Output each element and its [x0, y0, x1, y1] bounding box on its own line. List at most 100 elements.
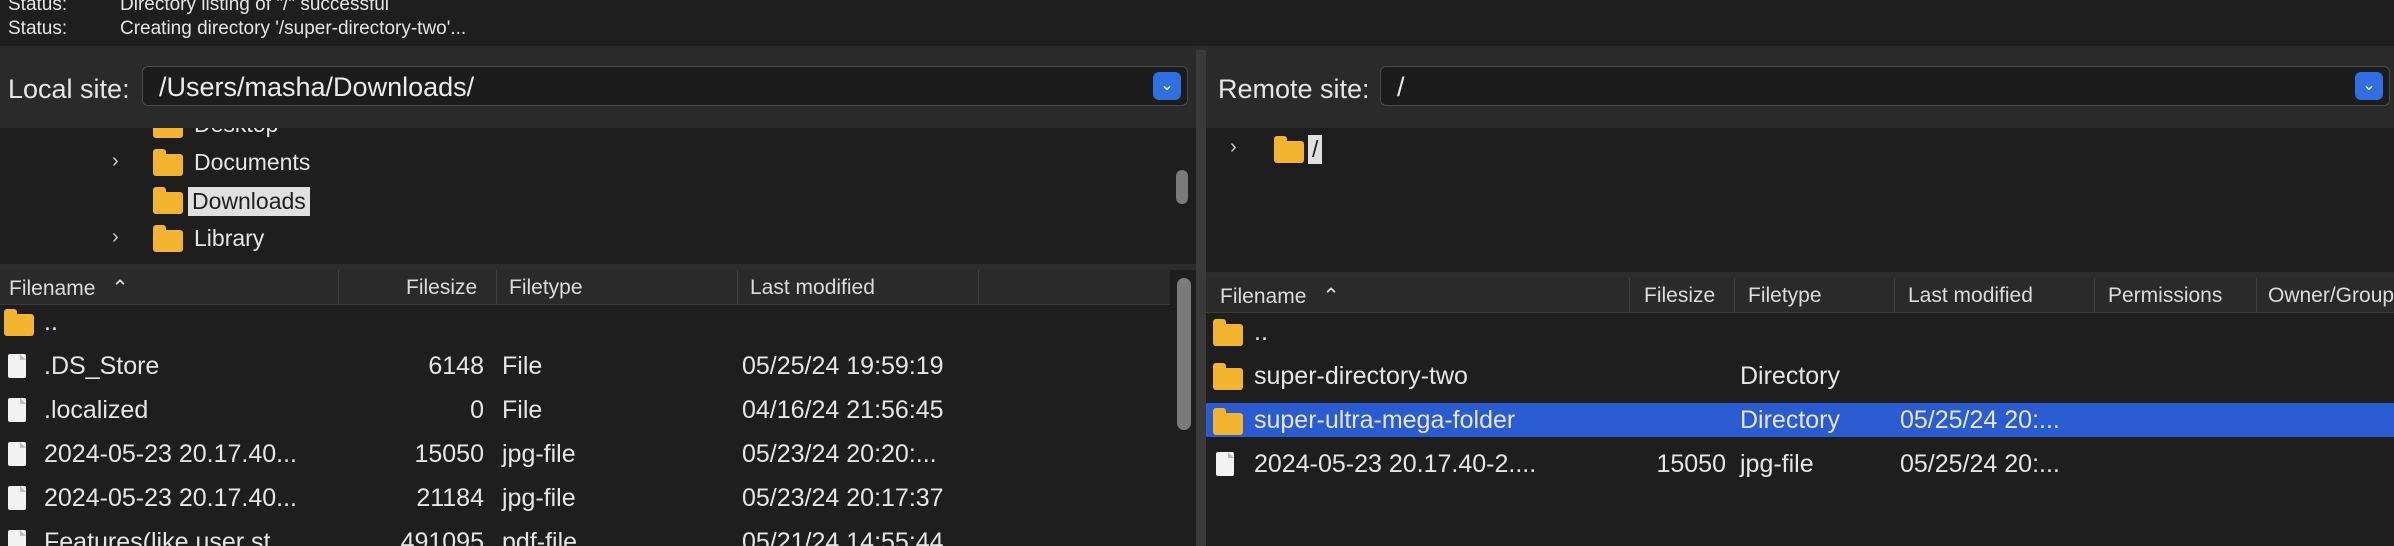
column-separator[interactable] [2094, 278, 2095, 312]
file-size: 491095 [400, 528, 484, 546]
column-separator[interactable] [1629, 278, 1630, 312]
file-type: Directory [1740, 406, 1841, 434]
column-header-permissions[interactable]: Permissions [2108, 284, 2222, 308]
file-modified: 05/23/24 20:20:... [742, 440, 937, 468]
remote-path-combobox[interactable]: / ⌄ [1380, 66, 2390, 106]
file-row[interactable]: super-directory-two Directory [1206, 361, 2394, 390]
open-folder-icon [1274, 136, 1304, 163]
file-row[interactable]: .DS_Store 6148 File 05/25/24 19:59:19 [0, 351, 1170, 380]
file-type: Directory [1740, 362, 1841, 390]
chevron-right-icon[interactable]: › [1230, 136, 1237, 159]
file-size: 15050 [1656, 450, 1726, 478]
column-separator[interactable] [1734, 278, 1735, 312]
column-header-last-modified[interactable]: Last modified [1908, 284, 2033, 308]
tree-item-label: Desktop [194, 128, 278, 138]
file-row[interactable]: 2024-05-23 20.17.40... 21184 jpg-file 05… [0, 483, 1170, 512]
pane-splitter[interactable] [1196, 50, 1206, 546]
tree-item-selected[interactable]: › / [1206, 128, 2386, 164]
file-name: .localized [44, 396, 149, 424]
remote-directory-tree[interactable]: › / [1206, 128, 2394, 272]
local-site-label: Local site: [8, 74, 130, 104]
log-line: Status: Directory listing of "/" successf… [8, 0, 389, 16]
file-icon [8, 442, 26, 466]
file-name: 2024-05-23 20.17.40... [44, 484, 297, 512]
remote-site-bar: Remote site: / ⌄ [1206, 46, 2394, 128]
file-icon [8, 486, 26, 510]
remote-file-list[interactable]: .. super-directory-two Directory super-u… [1206, 313, 2394, 546]
log-label: Status: [8, 0, 68, 15]
file-row[interactable]: Features(like user st... 491095 pdf-file… [0, 527, 1170, 546]
sort-ascending-icon: ⌃ [1322, 285, 1340, 308]
file-row[interactable]: .. [1206, 317, 2394, 346]
folder-icon [4, 309, 34, 336]
scrollbar-thumb[interactable] [1177, 278, 1191, 430]
file-modified: 05/25/24 20:... [1900, 450, 2060, 478]
column-header-owner-group[interactable]: Owner/Group [2268, 284, 2394, 308]
file-type: jpg-file [1740, 450, 1814, 478]
local-path-combobox[interactable]: /Users/masha/Downloads/ ⌄ [142, 66, 1188, 106]
column-header-filesize[interactable]: Filesize [1644, 284, 1715, 308]
tree-scrollbar-thumb[interactable] [1176, 170, 1188, 204]
local-directory-tree[interactable]: › Desktop › Documents Downloads › Librar… [0, 128, 1196, 264]
file-row-selected[interactable]: super-ultra-mega-folder Directory 05/25/… [1206, 403, 2394, 437]
remote-file-list-header: Filename ⌃ Filesize Filetype Last modifi… [1206, 278, 2394, 313]
chevron-right-icon[interactable]: › [112, 150, 119, 173]
chevron-right-icon[interactable]: › [112, 128, 119, 135]
column-separator[interactable] [496, 270, 497, 304]
tree-item[interactable]: › Desktop [0, 128, 1160, 144]
column-header-filetype[interactable]: Filetype [509, 276, 583, 300]
file-modified: 04/16/24 21:56:45 [742, 396, 944, 424]
column-separator[interactable] [737, 270, 738, 304]
file-name: super-directory-two [1254, 362, 1468, 390]
chevron-right-icon[interactable]: › [112, 226, 119, 249]
chevron-down-icon[interactable]: ⌄ [2355, 72, 2383, 100]
local-file-list[interactable]: .. .DS_Store 6148 File 05/25/24 19:59:19… [0, 305, 1170, 546]
file-row[interactable]: .. [0, 307, 1170, 336]
column-header-filesize[interactable]: Filesize [406, 276, 477, 300]
message-log: Status: Directory listing of "/" successf… [0, 0, 2394, 46]
folder-icon [153, 128, 183, 138]
file-icon [8, 398, 26, 422]
local-site-bar: Local site: /Users/masha/Downloads/ ⌄ [0, 46, 1198, 128]
column-header-filename[interactable]: Filename ⌃ [1220, 284, 1340, 309]
tree-item[interactable]: › Library [0, 222, 1160, 258]
column-separator[interactable] [1894, 278, 1895, 312]
local-file-scrollbar[interactable] [1170, 270, 1196, 546]
log-line: Status: Creating directory '/super-direct… [8, 18, 466, 40]
file-type: jpg-file [502, 440, 576, 468]
chevron-down-icon[interactable]: ⌄ [1153, 72, 1181, 100]
file-row[interactable]: .localized 0 File 04/16/24 21:56:45 [0, 395, 1170, 424]
local-path-value: /Users/masha/Downloads/ [159, 72, 475, 102]
folder-icon [1213, 408, 1243, 435]
local-file-list-header: Filename ⌃ Filesize Filetype Last modifi… [0, 270, 1170, 305]
column-separator[interactable] [338, 270, 339, 304]
file-modified: 05/25/24 20:... [1900, 406, 2060, 434]
tree-item-selected[interactable]: Downloads [0, 184, 1160, 220]
log-label: Status: [8, 18, 68, 39]
column-header-filetype[interactable]: Filetype [1748, 284, 1822, 308]
file-name: .. [44, 308, 58, 336]
tree-item-label: Documents [194, 149, 311, 175]
column-header-filename[interactable]: Filename ⌃ [9, 276, 129, 301]
remote-site-label: Remote site: [1218, 74, 1370, 104]
file-type: File [502, 352, 543, 380]
file-row[interactable]: 2024-05-23 20.17.40... 15050 jpg-file 05… [0, 439, 1170, 468]
column-label: Filename [9, 277, 96, 300]
file-modified: 05/21/24 14:55:44 [742, 528, 944, 546]
open-folder-icon [153, 187, 183, 214]
column-separator[interactable] [2256, 278, 2257, 312]
file-size: 21184 [416, 484, 484, 512]
file-name: .. [1254, 318, 1268, 346]
column-header-last-modified[interactable]: Last modified [750, 276, 875, 300]
file-name: Features(like user st... [44, 528, 292, 546]
folder-icon [1213, 319, 1243, 346]
file-modified: 05/23/24 20:17:37 [742, 484, 944, 512]
file-row[interactable]: 2024-05-23 20.17.40-2.... 15050 jpg-file… [1206, 449, 2394, 478]
tree-item[interactable]: › Documents [0, 146, 1160, 182]
file-name: super-ultra-mega-folder [1254, 406, 1516, 434]
file-size: 6148 [428, 352, 484, 380]
file-type: pdf-file [502, 528, 578, 546]
column-separator[interactable] [978, 270, 979, 304]
file-type: File [502, 396, 543, 424]
file-icon [8, 354, 26, 378]
